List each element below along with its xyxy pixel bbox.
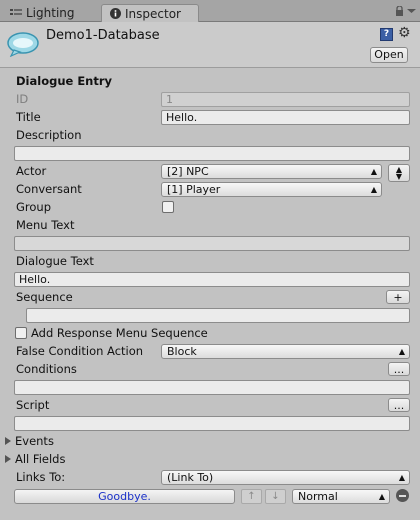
move-up-button[interactable]: ↑ [241, 489, 262, 504]
id-field: 1 [161, 92, 410, 107]
foldout-arrow-icon [5, 455, 11, 463]
link-goodbye-button[interactable]: Goodbye. [14, 489, 235, 504]
tab-lighting[interactable]: Lighting [4, 4, 98, 22]
link-priority-dropdown[interactable]: Normal ▲ [292, 489, 390, 504]
sequence-label: Sequence [16, 290, 73, 304]
conversant-label: Conversant [16, 182, 82, 196]
updown-arrow-icon: ▲ [378, 492, 385, 501]
section-title: Dialogue Entry [16, 74, 113, 88]
false-condition-dropdown[interactable]: Block ▲ [161, 344, 410, 359]
menu-text-field[interactable] [14, 236, 410, 251]
menu-icon[interactable] [407, 6, 416, 19]
conversant-value: [1] Player [167, 183, 221, 196]
false-condition-value: Block [167, 345, 197, 358]
tab-bar: Lighting Inspector [0, 0, 420, 22]
updown-arrow-icon: ▲ [398, 473, 405, 482]
lighting-icon [10, 5, 22, 23]
updown-arrow-icon: ▲ [370, 185, 377, 194]
dialogue-text-label: Dialogue Text [16, 254, 94, 268]
group-checkbox[interactable] [162, 201, 174, 213]
script-more-button[interactable]: ... [388, 398, 410, 412]
link-priority-value: Normal [298, 490, 338, 503]
tab-inspector-label: Inspector [125, 7, 181, 21]
lock-icon[interactable] [395, 5, 408, 19]
conditions-label: Conditions [16, 362, 77, 376]
links-to-label: Links To: [16, 470, 66, 484]
conditions-more-button[interactable]: ... [388, 362, 410, 376]
move-down-button[interactable]: ↓ [265, 489, 286, 504]
actor-label: Actor [16, 164, 47, 178]
events-label: Events [15, 434, 54, 448]
all-fields-foldout[interactable]: All Fields [5, 452, 65, 466]
remove-link-icon[interactable] [396, 489, 409, 502]
dialogue-database-icon [6, 31, 40, 58]
add-response-checkbox[interactable] [15, 327, 27, 339]
actor-swap-stepper[interactable]: ▲ ▼ [388, 164, 410, 182]
tab-tools [395, 5, 416, 19]
script-field[interactable] [14, 416, 410, 431]
description-field[interactable] [14, 146, 410, 161]
title-field[interactable]: Hello. [161, 110, 410, 125]
description-label: Description [16, 128, 82, 142]
group-label: Group [16, 200, 52, 214]
script-label: Script [16, 398, 50, 412]
sequence-field[interactable] [26, 308, 410, 323]
links-to-dropdown[interactable]: (Link To) ▲ [161, 470, 410, 485]
dialogue-text-field[interactable]: Hello. [14, 272, 410, 287]
add-response-label: Add Response Menu Sequence [31, 326, 208, 340]
foldout-arrow-icon [5, 437, 11, 445]
menu-text-label: Menu Text [16, 218, 75, 232]
title-label: Title [16, 110, 41, 124]
actor-dropdown[interactable]: [2] NPC ▲ [161, 164, 382, 179]
help-icon[interactable]: ? [380, 28, 393, 41]
open-button[interactable]: Open [370, 47, 408, 63]
gear-icon[interactable]: ⚙ [398, 25, 411, 41]
tab-inspector[interactable]: Inspector [101, 4, 199, 22]
conversant-dropdown[interactable]: [1] Player ▲ [161, 182, 382, 197]
events-foldout[interactable]: Events [5, 434, 54, 448]
asset-title: Demo1-Database [46, 28, 160, 43]
all-fields-label: All Fields [15, 452, 66, 466]
updown-arrow-icon: ▲ [398, 347, 405, 356]
updown-arrow-icon: ▲ [370, 167, 377, 176]
inspector-header: Demo1-Database ? ⚙ Open [0, 22, 420, 68]
id-label: ID [16, 92, 29, 106]
actor-value: [2] NPC [167, 165, 209, 178]
links-to-value: (Link To) [167, 471, 214, 484]
tab-lighting-label: Lighting [26, 6, 75, 20]
info-icon [110, 6, 121, 24]
sequence-add-button[interactable]: + [386, 290, 410, 304]
conditions-field[interactable] [14, 380, 410, 395]
false-condition-label: False Condition Action [16, 344, 144, 358]
